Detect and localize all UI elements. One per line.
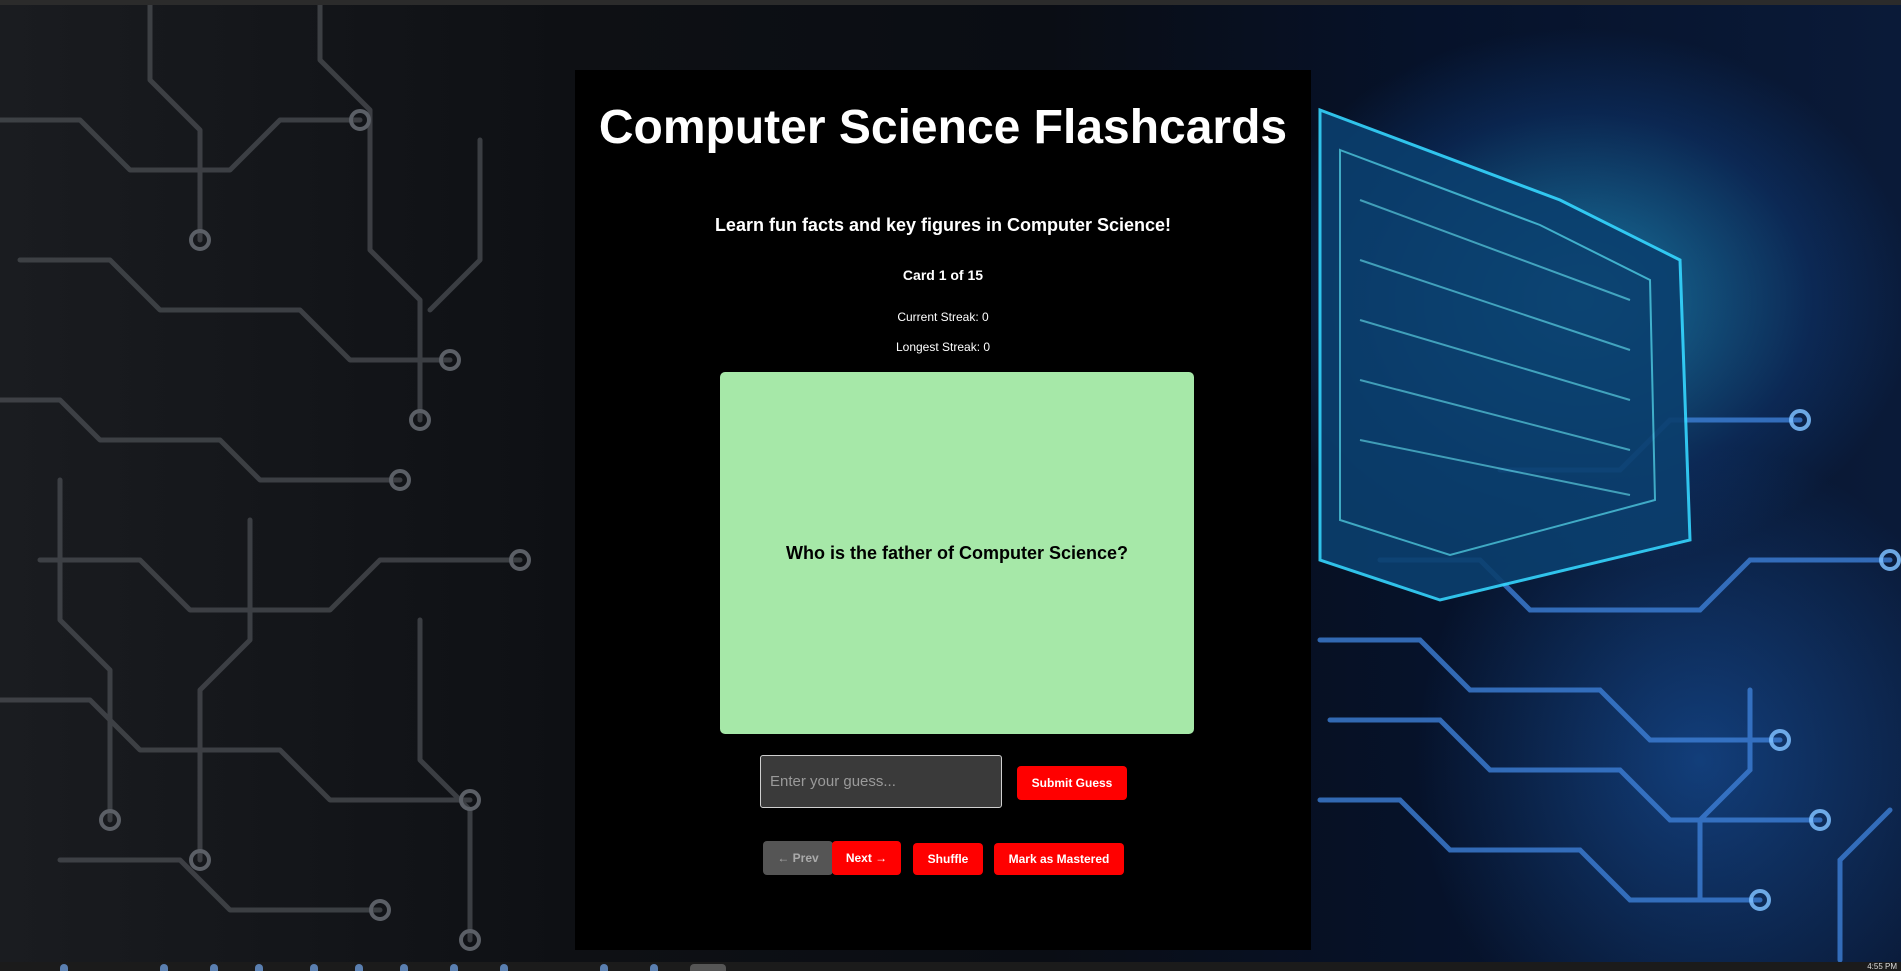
taskbar-app-icon[interactable]: [310, 964, 318, 971]
submit-guess-button[interactable]: Submit Guess: [1017, 766, 1127, 800]
taskbar-active-app[interactable]: [690, 964, 726, 971]
shuffle-button[interactable]: Shuffle: [913, 843, 983, 875]
taskbar-clock: 4:55 PM: [1867, 962, 1897, 971]
taskbar-app-icon[interactable]: [255, 964, 263, 971]
page-subtitle: Learn fun facts and key figures in Compu…: [714, 215, 1172, 235]
guess-input[interactable]: [760, 755, 1002, 808]
taskbar: 4:55 PM: [0, 962, 1901, 971]
longest-streak: Longest Streak: 0: [895, 340, 991, 354]
page-title: Computer Science Flashcards: [598, 101, 1288, 154]
start-icon[interactable]: [60, 964, 68, 971]
taskbar-app-icon[interactable]: [450, 964, 458, 971]
next-button[interactable]: Next →: [832, 841, 901, 875]
flashcard[interactable]: Who is the father of Computer Science?: [720, 372, 1194, 734]
flashcard-app-panel: Computer Science Flashcards Learn fun fa…: [575, 70, 1311, 950]
taskbar-app-icon[interactable]: [500, 964, 508, 971]
taskbar-app-icon[interactable]: [355, 964, 363, 971]
taskbar-app-icon[interactable]: [400, 964, 408, 971]
prev-button[interactable]: ← Prev: [763, 841, 833, 875]
taskbar-app-icon[interactable]: [160, 964, 168, 971]
taskbar-app-icon[interactable]: [650, 964, 658, 971]
taskbar-app-icon[interactable]: [210, 964, 218, 971]
current-streak: Current Streak: 0: [897, 310, 989, 324]
card-counter: Card 1 of 15: [902, 267, 984, 283]
mark-mastered-button[interactable]: Mark as Mastered: [994, 843, 1124, 875]
window-top-border: [0, 0, 1901, 5]
flashcard-question: Who is the father of Computer Science?: [785, 542, 1129, 563]
taskbar-app-icon[interactable]: [600, 964, 608, 971]
